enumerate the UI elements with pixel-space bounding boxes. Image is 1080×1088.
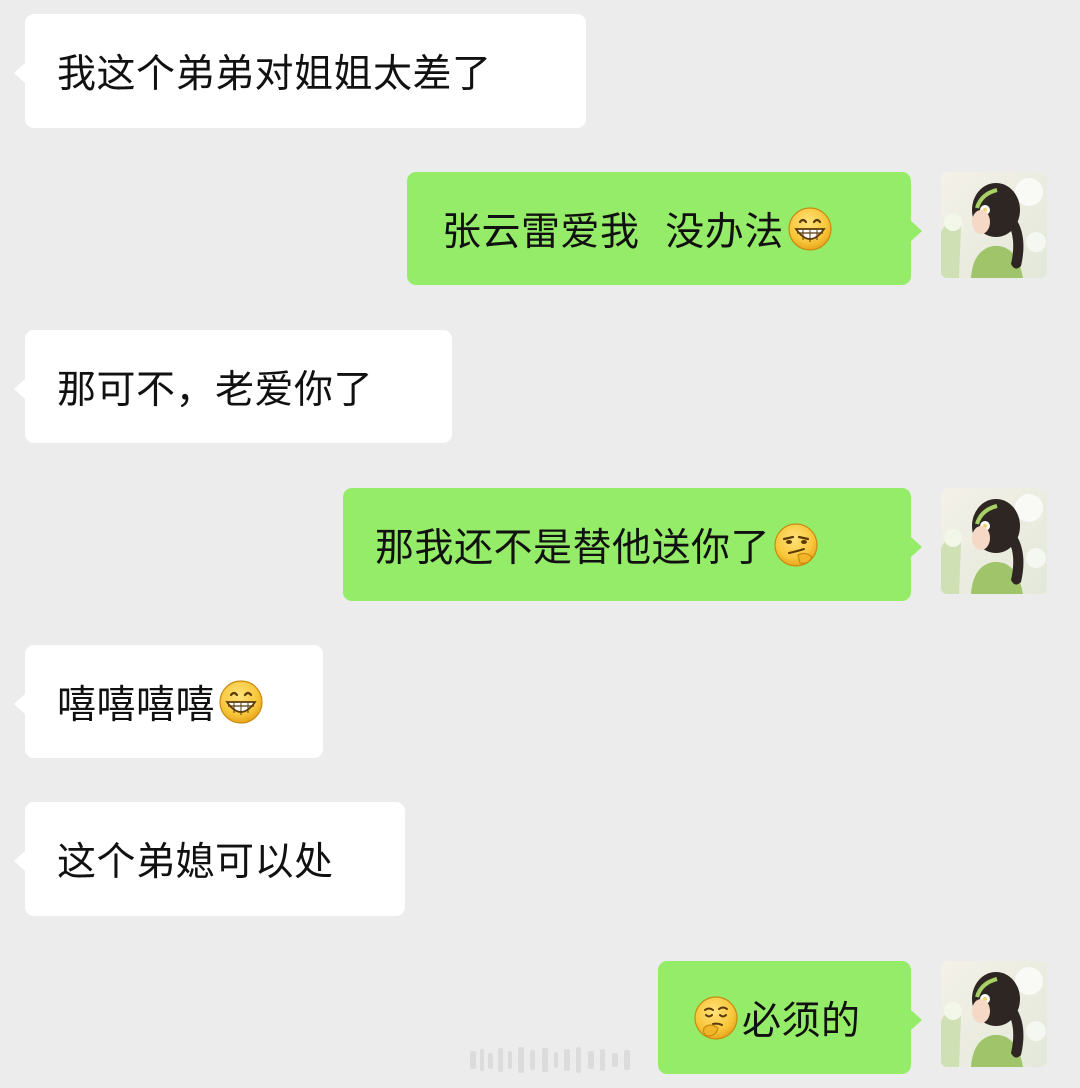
message-bubble-outgoing[interactable]: 张云雷爱我 没办法	[407, 172, 922, 285]
message-bubble-incoming[interactable]: 我这个弟弟对姐姐太差了	[14, 14, 586, 128]
avatar-girl-icon	[941, 172, 1047, 278]
watermark-logo	[470, 1047, 630, 1073]
message-text: 嘻嘻嘻嘻	[57, 682, 216, 728]
bubble-tail	[910, 220, 922, 242]
grin-emoji-icon	[786, 205, 834, 253]
avatar-girl-icon	[941, 961, 1047, 1067]
message-bubble-outgoing[interactable]: 那我还不是替他送你了	[343, 488, 922, 601]
message-bubble-incoming[interactable]: 那可不，老爱你了	[14, 330, 452, 443]
message-bubble-outgoing[interactable]: 必须的	[658, 961, 922, 1074]
message-text: 那我还不是替他送你了	[375, 525, 771, 571]
bubble-tail	[910, 536, 922, 558]
message-text: 张云雷爱我 没办法	[442, 209, 784, 255]
bubble-tail	[14, 378, 26, 400]
message-text: 我这个弟弟对姐姐太差了	[57, 52, 492, 97]
avatar[interactable]	[941, 488, 1047, 594]
smirk-emoji-icon	[772, 521, 820, 569]
avatar[interactable]	[941, 961, 1047, 1067]
bubble-tail	[14, 62, 26, 84]
bubble-tail	[14, 850, 26, 872]
grin-emoji-icon	[217, 678, 265, 726]
bubble-tail	[910, 1009, 922, 1031]
avatar-girl-icon	[941, 488, 1047, 594]
message-text: 这个弟媳可以处	[57, 840, 334, 885]
message-bubble-incoming[interactable]: 嘻嘻嘻嘻	[14, 645, 323, 758]
avatar[interactable]	[941, 172, 1047, 278]
message-text: 必须的	[742, 998, 861, 1044]
bubble-tail	[14, 693, 26, 715]
thinking-emoji-icon	[692, 994, 740, 1042]
message-bubble-incoming[interactable]: 这个弟媳可以处	[14, 802, 405, 916]
message-text: 那可不，老爱你了	[57, 367, 374, 413]
